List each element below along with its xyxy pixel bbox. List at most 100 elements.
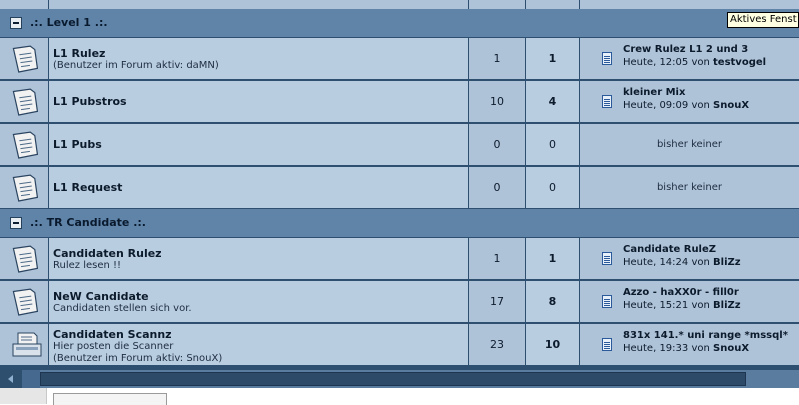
forum-active-users: (Benutzer im Forum aktiv: SnouX) [53, 353, 223, 364]
document-icon [12, 131, 39, 159]
category-title[interactable]: .:. TR Candidate .:. [30, 216, 146, 229]
forum-name[interactable]: L1 Pubs [53, 138, 102, 151]
last-post-title[interactable]: Candidate RuleZ [623, 244, 716, 255]
last-post-by: von [691, 100, 710, 111]
posts-cell: 0 [526, 167, 580, 209]
posts-cell: 10 [526, 324, 580, 366]
topics-cell: 1 [469, 38, 526, 80]
collapse-icon[interactable] [10, 17, 22, 29]
topics-cell: 17 [469, 281, 526, 323]
topics-cell: 0 [469, 124, 526, 166]
last-post-meta: Heute, 19:33 von SnouX [623, 343, 749, 354]
status-field [53, 393, 167, 405]
posts-cell: 1 [526, 38, 580, 80]
collapse-icon[interactable] [10, 217, 22, 229]
forum-row: L1 Request 0 0 bisher keiner [0, 167, 799, 209]
post-count: 8 [548, 295, 557, 308]
header-row-remnant [0, 0, 799, 9]
status-bar [0, 388, 799, 405]
topic-count: 0 [493, 181, 501, 194]
no-posts-text: bisher keiner [656, 182, 723, 193]
posts-cell: 0 [526, 124, 580, 166]
last-post-time: Heute, 19:33 [623, 343, 689, 354]
last-post-user[interactable]: BliZz [713, 300, 741, 311]
topic-count: 0 [493, 138, 501, 151]
forum-row: L1 Rulez (Benutzer im Forum aktiv: daMN) 1… [0, 38, 799, 80]
forum-name[interactable]: L1 Request [53, 181, 122, 194]
post-icon[interactable] [602, 52, 612, 65]
status-bar-left [0, 388, 47, 404]
horizontal-scrollbar[interactable] [0, 370, 799, 388]
forum-row: L1 Pubs 0 0 bisher keiner [0, 124, 799, 166]
last-post-cell: kleiner Mix Heute, 09:09 von SnouX [580, 81, 799, 123]
last-post-meta: Heute, 09:09 von SnouX [623, 100, 749, 111]
category-level-1: .:. Level 1 .:. [0, 9, 799, 37]
scroll-track[interactable] [22, 370, 40, 388]
forum-info-cell: Candidaten Rulez Rulez lesen !! [49, 238, 469, 280]
post-count: 0 [549, 138, 556, 151]
post-count: 4 [548, 95, 557, 108]
post-icon[interactable] [602, 252, 612, 265]
document-icon [12, 88, 39, 116]
document-icon [12, 45, 39, 73]
forum-icon-cell [0, 167, 49, 209]
post-icon[interactable] [602, 295, 612, 308]
scroll-thumb[interactable] [40, 372, 746, 386]
last-post-user[interactable]: SnouX [713, 100, 749, 111]
topic-count: 17 [490, 295, 504, 308]
forum-name[interactable]: L1 Rulez [53, 47, 105, 60]
last-post-by: von [691, 57, 710, 68]
tooltip: Aktives Fenst [727, 12, 799, 28]
last-post-by: von [691, 257, 710, 268]
forum-info-cell: L1 Pubstros [49, 81, 469, 123]
forum-name[interactable]: NeW Candidate [53, 290, 149, 303]
forum-info-cell: NeW Candidate Candidaten stellen sich vor… [49, 281, 469, 323]
last-post-by: von [691, 300, 710, 311]
last-post-time: Heute, 09:09 [623, 100, 689, 111]
forum-row: L1 Pubstros 10 4 kleiner Mix Heute, 09:09 vo… [0, 81, 799, 123]
forum-info-cell: L1 Request [49, 167, 469, 209]
post-count: 1 [548, 252, 557, 265]
last-post-meta: Heute, 15:21 von BliZz [623, 300, 741, 311]
forum-description: Hier posten die Scanner [53, 341, 174, 352]
last-post-title[interactable]: kleiner Mix [623, 87, 685, 98]
forum-icon-cell [0, 124, 49, 166]
topic-count: 1 [493, 252, 501, 265]
posts-cell: 1 [526, 238, 580, 280]
forum-info-cell: L1 Pubs [49, 124, 469, 166]
last-post-title[interactable]: 831x 141.* uni range *mssql* [623, 330, 788, 341]
topics-cell: 1 [469, 238, 526, 280]
last-post-time: Heute, 15:21 [623, 300, 689, 311]
post-icon[interactable] [602, 338, 612, 351]
forum-description: Candidaten stellen sich vor. [53, 303, 192, 314]
last-post-user[interactable]: SnouX [713, 343, 749, 354]
last-post-by: von [691, 343, 710, 354]
last-post-user[interactable]: testvogel [713, 57, 766, 68]
document-icon [12, 174, 39, 202]
last-post-user[interactable]: BliZz [713, 257, 741, 268]
forum-name[interactable]: Candidaten Rulez [53, 247, 162, 260]
post-icon[interactable] [602, 95, 612, 108]
document-icon [12, 245, 39, 273]
scanner-icon [12, 331, 42, 359]
forum-row: NeW Candidate Candidaten stellen sich vor… [0, 281, 799, 323]
scroll-left-arrow-icon[interactable] [0, 370, 22, 388]
forum-icon-cell [0, 38, 49, 80]
last-post-title[interactable]: Azzo - haXX0r - fill0r [623, 287, 739, 298]
last-post-cell: Azzo - haXX0r - fill0r Heute, 15:21 von B… [580, 281, 799, 323]
forum-icon-cell [0, 324, 49, 366]
posts-cell: 8 [526, 281, 580, 323]
forum-name[interactable]: L1 Pubstros [53, 95, 127, 108]
last-post-title[interactable]: Crew Rulez L1 2 und 3 [623, 44, 748, 55]
category-title[interactable]: .:. Level 1 .:. [30, 16, 108, 29]
topic-count: 10 [490, 95, 504, 108]
topic-count: 1 [493, 52, 501, 65]
last-post-cell: Crew Rulez L1 2 und 3 Heute, 12:05 von te… [580, 38, 799, 80]
forum-description: (Benutzer im Forum aktiv: daMN) [53, 60, 219, 71]
forum-info-cell: Candidaten Scannz Hier posten die Scanner… [49, 324, 469, 366]
last-post-meta: Heute, 12:05 von testvogel [623, 57, 766, 68]
last-post-meta: Heute, 14:24 von BliZz [623, 257, 741, 268]
last-post-cell: bisher keiner [580, 124, 799, 166]
forum-name[interactable]: Candidaten Scannz [53, 328, 172, 341]
forum-table: .:. Level 1 .:. L1 Rulez (Benutzer im For… [0, 0, 799, 370]
